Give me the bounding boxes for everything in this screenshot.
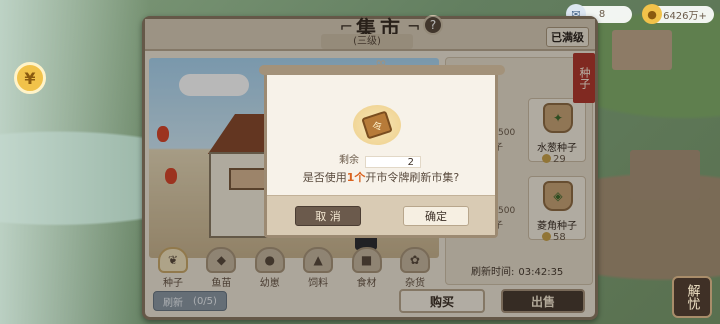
ticket-count: 8 [598, 9, 606, 20]
token-shape: 令 [361, 110, 393, 140]
corner-button[interactable]: 解忧 [672, 276, 712, 318]
tab-label: 种子 [163, 278, 183, 289]
coin-count: 6426万+ [663, 11, 707, 22]
village-house [630, 150, 700, 200]
side-event-icon[interactable]: ¥ [14, 62, 46, 94]
scroll-knot-icon: ∞ [375, 55, 387, 71]
question-suffix: 开市令牌刷新市集? [365, 171, 460, 184]
tab-label: 鱼苗 [211, 278, 232, 289]
dialog-footer: 取 消 确定 [267, 195, 495, 235]
question-prefix: 是否使用 [302, 171, 347, 184]
dialog-question: 是否使用1个开市令牌刷新市集? [267, 169, 495, 185]
remain-label: 剩余 [339, 155, 359, 166]
tab-label: 食材 [356, 278, 377, 289]
coin-counter[interactable]: ● 6426万+ [642, 4, 714, 24]
village-house [612, 30, 672, 70]
market-token-icon: 令 [353, 105, 401, 145]
question-highlight: 1个 [346, 171, 366, 184]
remain-value: 2 [365, 156, 421, 168]
refresh-confirm-dialog: ∞ 令 剩余 2 是否使用1个开市令牌刷新市集? 取 消 确定 [259, 55, 505, 238]
tab-label: 杂货 [404, 278, 425, 289]
tab-label: 饲料 [308, 278, 329, 289]
coin-icon: ● [642, 4, 662, 24]
confirm-button[interactable]: 确定 [403, 206, 469, 226]
tab-label: 幼崽 [259, 278, 280, 289]
cancel-button[interactable]: 取 消 [295, 206, 361, 226]
mist-overlay [0, 0, 150, 324]
remaining-tokens: 剩余 2 [339, 151, 421, 168]
